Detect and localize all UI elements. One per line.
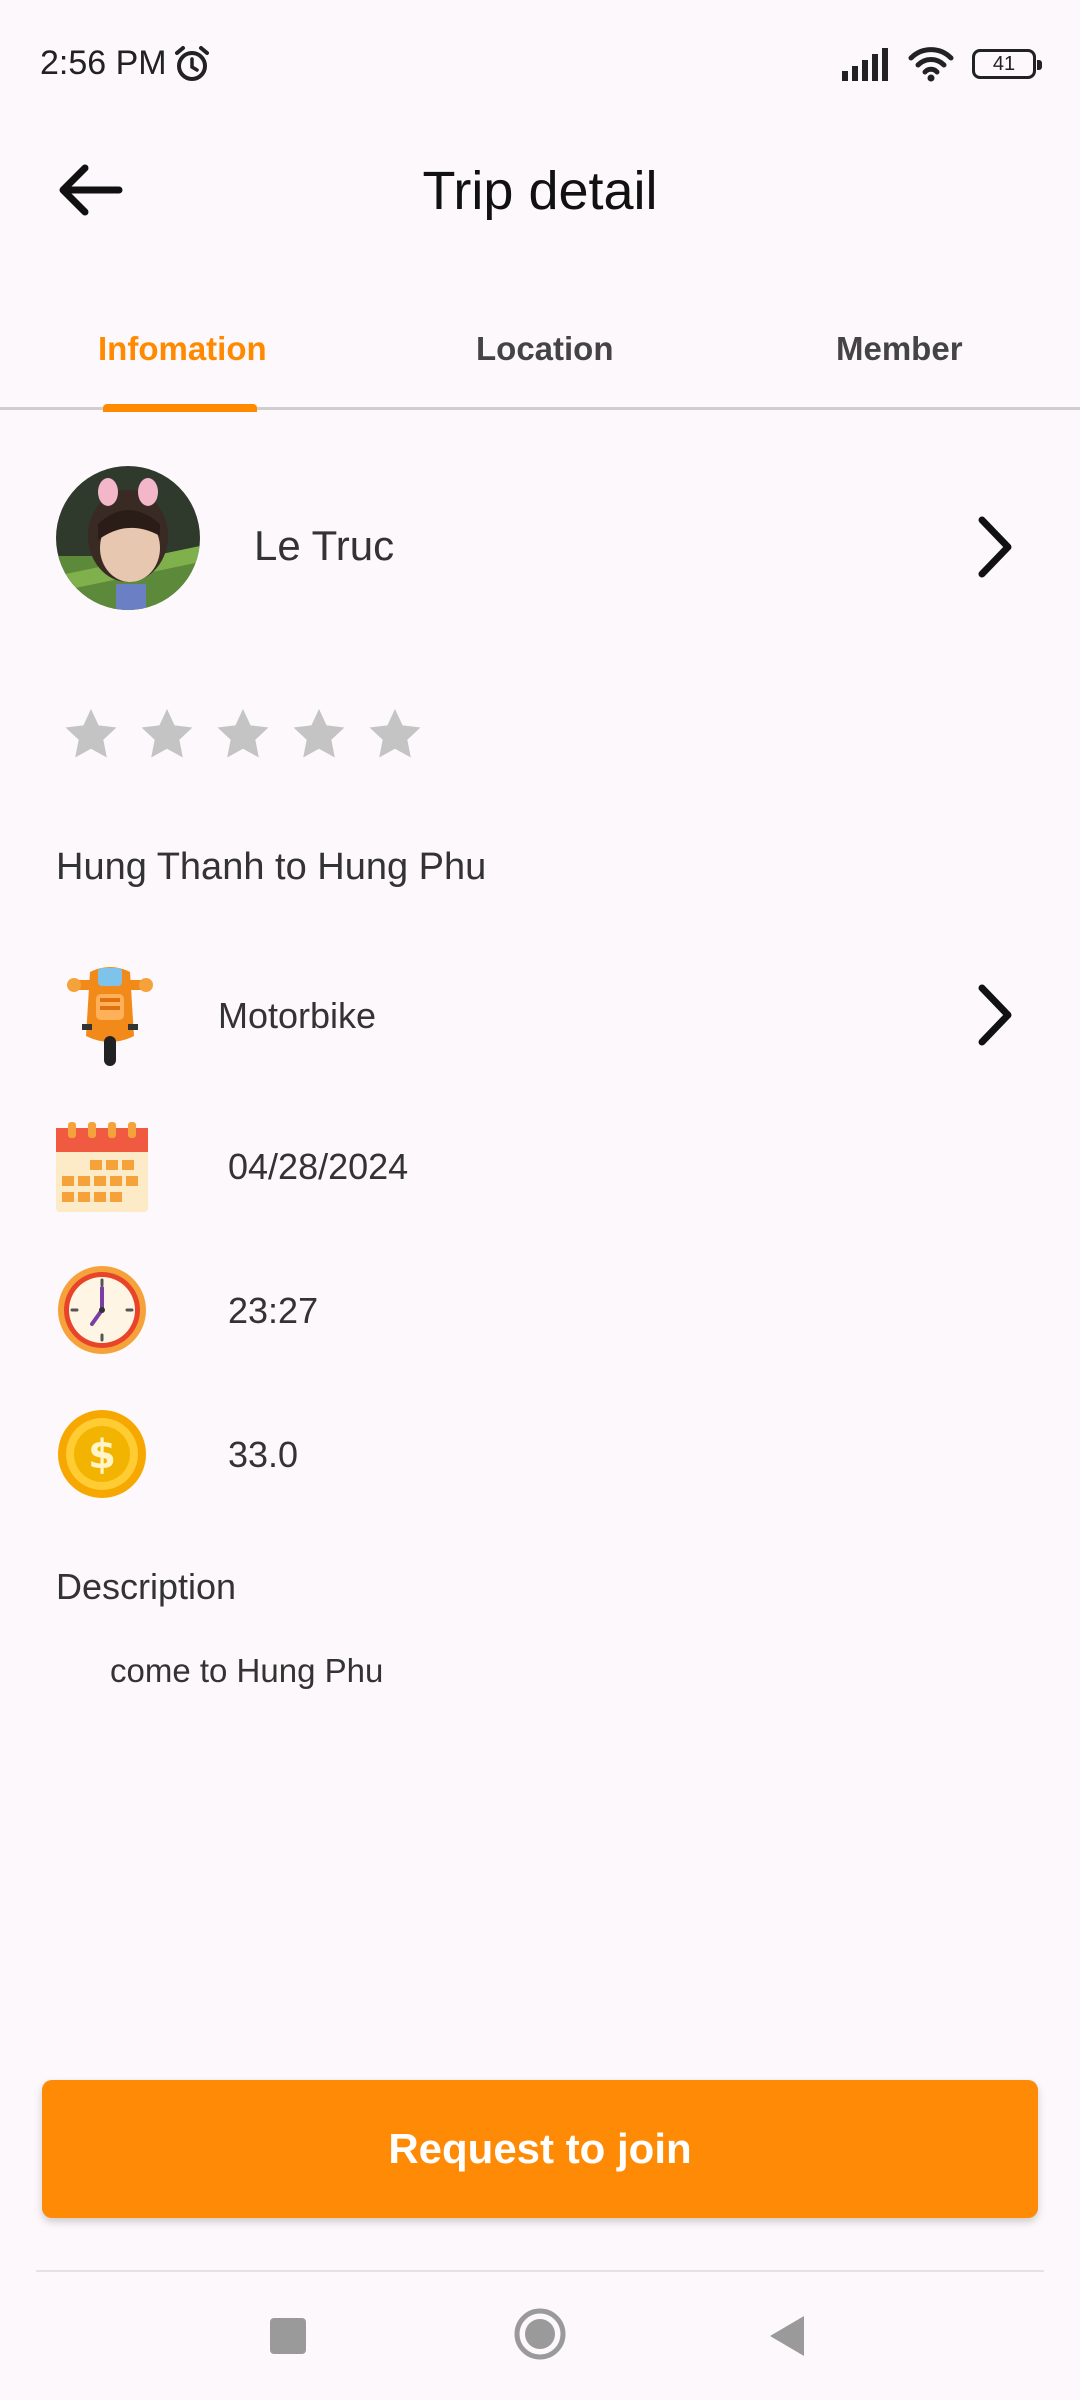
battery-icon: 41 <box>972 49 1042 79</box>
trip-time: 23:27 <box>228 1290 319 1331</box>
tab-information[interactable]: Infomation <box>98 330 267 368</box>
tab-location[interactable]: Location <box>476 330 614 368</box>
trip-route: Hung Thanh to Hung Phu <box>56 846 487 888</box>
rating-stars[interactable] <box>62 706 424 764</box>
status-time: 2:56 PM <box>40 44 167 82</box>
star-icon[interactable] <box>138 706 196 764</box>
tab-indicator <box>103 404 257 412</box>
star-icon[interactable] <box>366 706 424 764</box>
svg-text:$: $ <box>88 1432 116 1478</box>
system-back-button[interactable] <box>766 2314 806 2358</box>
motorbike-icon <box>67 967 153 1066</box>
tab-member[interactable]: Member <box>836 330 963 368</box>
host-name: Le Truc <box>254 522 395 569</box>
page-title: Trip detail <box>422 161 658 221</box>
signal-icon <box>842 48 888 81</box>
star-icon[interactable] <box>214 706 272 764</box>
clock-icon <box>58 1266 146 1354</box>
chevron-right-icon <box>978 984 1012 1046</box>
calendar-icon <box>56 1122 148 1212</box>
chevron-right-icon <box>978 516 1012 578</box>
alarm-icon <box>175 46 209 81</box>
wifi-icon <box>908 47 954 82</box>
battery-level: 41 <box>992 52 1016 75</box>
tab-bar: Infomation Location Member <box>0 300 1080 410</box>
home-button[interactable] <box>514 2308 566 2360</box>
avatar <box>56 466 200 610</box>
vehicle-type: Motorbike <box>218 995 377 1036</box>
status-icons: 41 <box>840 44 1042 84</box>
description-text: come to Hung Phu <box>110 1652 384 1689</box>
trip-price: 33.0 <box>228 1434 299 1475</box>
coin-icon: $ <box>58 1410 146 1498</box>
nav-divider <box>36 2270 1044 2272</box>
recents-button[interactable] <box>270 2318 306 2354</box>
trip-date: 04/28/2024 <box>228 1146 409 1187</box>
star-icon[interactable] <box>62 706 120 764</box>
request-to-join-button[interactable]: Request to join <box>42 2080 1038 2218</box>
description-label: Description <box>56 1566 237 1607</box>
star-icon[interactable] <box>290 706 348 764</box>
vehicle-row[interactable] <box>0 950 1080 1080</box>
